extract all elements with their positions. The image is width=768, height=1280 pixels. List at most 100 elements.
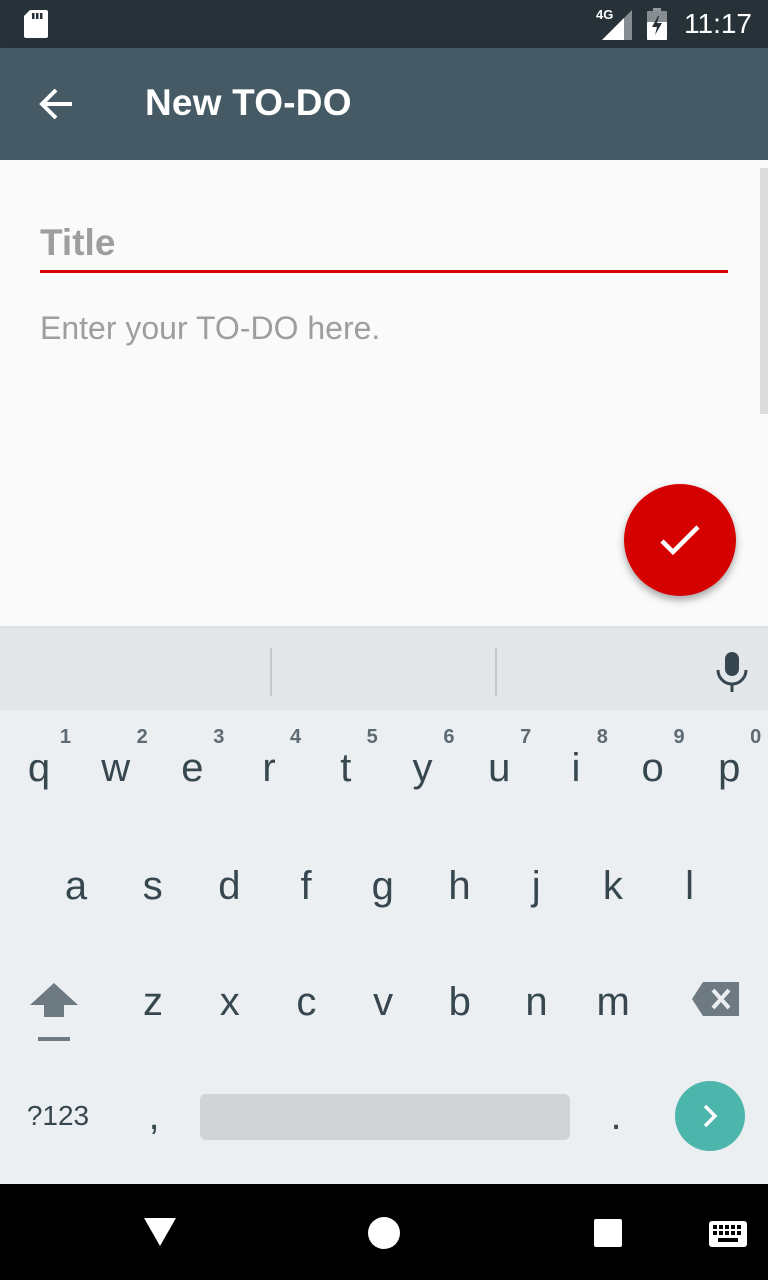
suggestion-strip	[0, 626, 768, 710]
key-r[interactable]: r4	[231, 720, 307, 816]
key-i[interactable]: i8	[538, 720, 614, 816]
key-l[interactable]: l	[652, 838, 728, 934]
key-o-label: o	[641, 745, 664, 790]
soft-keyboard: q1w2e3r4t5y6u7i8o9p0 asdfghjkl zxcvbnm ?…	[0, 626, 768, 1184]
key-l-label: l	[685, 863, 695, 908]
app-bar: New TO-DO	[0, 48, 768, 160]
title-input[interactable]	[40, 216, 728, 273]
key-c-label: c	[296, 979, 317, 1024]
backspace-icon	[692, 982, 739, 1016]
microphone-icon[interactable]	[712, 650, 752, 694]
key-u[interactable]: u7	[461, 720, 537, 816]
key-s[interactable]: s	[115, 838, 191, 934]
key-o[interactable]: o9	[615, 720, 691, 816]
key-i-hint: 8	[596, 726, 608, 748]
key-r-hint: 4	[289, 726, 302, 748]
key-y-hint: 6	[443, 726, 455, 748]
key-i-label: i	[571, 745, 581, 790]
symbols-key-label: ?123	[26, 1100, 90, 1131]
battery-charging-icon	[647, 8, 667, 40]
key-t[interactable]: t5	[308, 720, 384, 816]
key-x[interactable]: x	[192, 954, 268, 1050]
key-g-label: g	[371, 863, 394, 908]
page-title: New TO-DO	[145, 82, 352, 123]
key-f[interactable]: f	[268, 838, 344, 934]
key-k-label: k	[602, 863, 623, 908]
save-fab-button[interactable]	[624, 484, 736, 596]
key-a-label: a	[64, 863, 88, 908]
key-u-hint: 7	[520, 726, 532, 748]
key-q-label: q	[27, 745, 51, 790]
check-icon	[660, 525, 700, 556]
key-h-label: h	[448, 863, 471, 908]
key-b[interactable]: b	[422, 954, 498, 1050]
home-circle-icon[interactable]	[367, 1216, 401, 1250]
key-v[interactable]: v	[345, 954, 421, 1050]
keyboard-switch-icon[interactable]	[708, 1220, 748, 1248]
shift-icon	[30, 983, 78, 1041]
recents-square-icon[interactable]	[593, 1218, 623, 1248]
key-p-label: p	[718, 745, 741, 790]
key-g[interactable]: g	[345, 838, 421, 934]
key-d-label: d	[218, 863, 241, 908]
key-u-label: u	[488, 745, 511, 790]
key-d[interactable]: d	[191, 838, 267, 934]
key-m-label: m	[596, 979, 630, 1024]
key-p-hint: 0	[750, 726, 762, 748]
suggestion-divider	[270, 648, 272, 696]
key-v-label: v	[373, 979, 394, 1024]
key-t-label: t	[340, 745, 352, 790]
comma-key[interactable]: ,	[128, 1088, 180, 1144]
key-f-label: f	[300, 863, 312, 908]
space-bar[interactable]	[200, 1094, 570, 1140]
status-time: 11:17	[684, 8, 752, 39]
key-t-hint: 5	[366, 726, 378, 748]
key-b-label: b	[448, 979, 471, 1024]
key-q[interactable]: q1	[1, 720, 77, 816]
symbols-key[interactable]: ?123	[18, 1088, 98, 1144]
back-triangle-icon[interactable]	[142, 1216, 178, 1248]
key-k[interactable]: k	[575, 838, 651, 934]
key-j[interactable]: j	[498, 838, 574, 934]
arrow-back-icon	[39, 88, 72, 120]
key-n-label: n	[525, 979, 548, 1024]
chevron-right-icon	[703, 1104, 718, 1128]
enter-key[interactable]	[675, 1081, 745, 1151]
key-p[interactable]: p0	[691, 720, 767, 816]
suggestion-divider	[495, 648, 497, 696]
comma-key-label: ,	[148, 1093, 160, 1138]
key-e[interactable]: e3	[154, 720, 230, 816]
key-e-hint: 3	[213, 726, 225, 748]
signal-4g-icon: 4G	[596, 7, 632, 45]
back-button[interactable]	[32, 84, 80, 124]
key-h[interactable]: h	[422, 838, 498, 934]
key-y[interactable]: y6	[385, 720, 461, 816]
editor-area	[0, 160, 768, 626]
period-key-label: .	[610, 1093, 622, 1138]
shift-key[interactable]	[18, 974, 90, 1046]
key-j-label: j	[531, 863, 541, 908]
key-z[interactable]: z	[115, 954, 191, 1050]
network-type-label: 4G	[596, 7, 614, 22]
key-e-label: e	[181, 745, 204, 790]
key-r-label: r	[262, 745, 276, 790]
key-w-label: w	[101, 745, 131, 790]
scrollbar[interactable]	[760, 168, 768, 414]
key-y-label: y	[412, 745, 433, 790]
key-z-label: z	[143, 979, 163, 1024]
key-x-label: x	[219, 979, 240, 1024]
key-a[interactable]: a	[38, 838, 114, 934]
key-w-hint: 2	[136, 726, 148, 748]
key-q-hint: 1	[59, 726, 71, 748]
todo-body-input[interactable]	[40, 310, 728, 430]
status-bar: 4G 11:17	[0, 0, 768, 48]
sd-card-icon	[24, 10, 48, 38]
key-c[interactable]: c	[268, 954, 344, 1050]
key-o-hint: 9	[673, 726, 685, 748]
period-key[interactable]: .	[590, 1088, 642, 1144]
key-w[interactable]: w2	[78, 720, 154, 816]
system-nav-bar	[0, 1184, 768, 1280]
backspace-key[interactable]	[680, 972, 752, 1026]
key-m[interactable]: m	[575, 954, 651, 1050]
key-n[interactable]: n	[499, 954, 575, 1050]
